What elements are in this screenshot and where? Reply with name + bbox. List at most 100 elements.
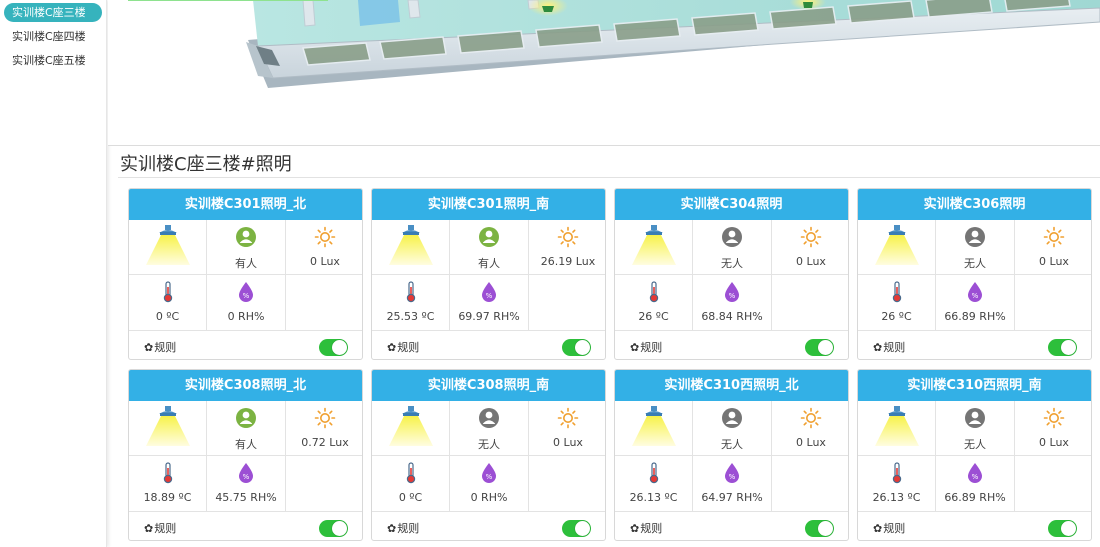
- card-footer: ✿规则: [858, 331, 1091, 359]
- humidity-value: 66.89 RH%: [944, 491, 1006, 504]
- rule-label: 规则: [883, 522, 906, 535]
- rule-link[interactable]: ✿规则: [873, 339, 905, 355]
- sidebar-item-floor5[interactable]: 实训楼C座五楼: [4, 51, 102, 70]
- humidity-cell: % 45.75 RH%: [207, 456, 286, 511]
- illuminance-cell: 0 Lux: [529, 401, 605, 456]
- lamp-cell: [615, 220, 693, 275]
- card-sensor-grid: 无人 0 Lux: [372, 401, 605, 512]
- card-sensor-grid: 无人 0 Lux: [615, 220, 848, 331]
- temperature-cell: 25.53 ºC: [372, 275, 450, 330]
- light-switch-toggle[interactable]: [1048, 520, 1077, 537]
- illuminance-cell: 0.72 Lux: [286, 401, 362, 456]
- occupancy-cell: 无人: [693, 401, 772, 456]
- temperature-value: 26 ºC: [881, 310, 912, 323]
- ceiling-lamp-icon: [388, 225, 433, 265]
- card-title: 实训楼C301照明_南: [372, 189, 605, 220]
- lighting-card: 实训楼C310西照明_北 无人 0 Lux 26.13 ºC % 64.97 R…: [614, 369, 849, 541]
- ceiling-lamp-icon: [145, 406, 190, 446]
- humidity-drop-icon: %: [239, 282, 253, 302]
- temperature-value: 26 ºC: [638, 310, 669, 323]
- occupancy-cell: 无人: [936, 220, 1015, 275]
- occupancy-cell: 有人: [207, 401, 286, 456]
- temperature-cell: 0 ºC: [372, 456, 450, 511]
- illuminance-value: 0 Lux: [310, 255, 340, 268]
- illuminance-value: 0 Lux: [796, 255, 826, 268]
- toggle-knob: [1061, 521, 1076, 536]
- rule-link[interactable]: ✿规则: [630, 520, 662, 536]
- sidebar-item-floor4[interactable]: 实训楼C座四楼: [4, 27, 102, 46]
- toggle-knob: [575, 521, 590, 536]
- person-icon: [479, 408, 499, 428]
- occupancy-cell: 有人: [207, 220, 286, 275]
- illuminance-value: 26.19 Lux: [540, 255, 596, 268]
- section-rule: [118, 177, 1100, 178]
- light-switch-toggle[interactable]: [1048, 339, 1077, 356]
- occupancy-value: 无人: [964, 438, 986, 451]
- humidity-cell: % 0 RH%: [450, 456, 529, 511]
- light-switch-toggle[interactable]: [562, 520, 591, 537]
- rule-label: 规则: [883, 341, 906, 354]
- card-title: 实训楼C306照明: [858, 189, 1091, 220]
- card-footer: ✿规则: [858, 512, 1091, 540]
- toggle-knob: [1061, 340, 1076, 355]
- lighting-card: 实训楼C306照明 无人 0 Lux 26 ºC % 66.89 RH% ✿规则: [857, 188, 1092, 360]
- rule-label: 规则: [397, 341, 420, 354]
- temperature-value: 26.13 ºC: [629, 491, 678, 504]
- svg-text:%: %: [972, 473, 979, 481]
- gear-icon: ✿: [873, 522, 883, 535]
- person-icon: [722, 408, 742, 428]
- person-icon: [479, 227, 499, 247]
- card-footer: ✿规则: [129, 512, 362, 540]
- rule-link[interactable]: ✿规则: [144, 339, 176, 355]
- lamp-cell: [858, 401, 936, 456]
- rule-label: 规则: [640, 341, 663, 354]
- temperature-value: 0 ºC: [398, 491, 423, 504]
- svg-text:%: %: [243, 473, 250, 481]
- thermometer-icon: [649, 462, 658, 484]
- temperature-cell: 26.13 ºC: [858, 456, 936, 511]
- sidebar-item-floor3[interactable]: 实训楼C座三楼: [4, 3, 102, 22]
- person-icon: [236, 227, 256, 247]
- lighting-card: 实训楼C304照明 无人 0 Lux 26 ºC % 68.84 RH% ✿规则: [614, 188, 849, 360]
- occupancy-cell: 无人: [450, 401, 529, 456]
- card-title: 实训楼C301照明_北: [129, 189, 362, 220]
- temperature-cell: 26.13 ºC: [615, 456, 693, 511]
- empty-cell: [529, 275, 605, 330]
- light-switch-toggle[interactable]: [319, 339, 348, 356]
- empty-cell: [286, 456, 362, 511]
- thermometer-icon: [163, 462, 172, 484]
- occupancy-cell: 无人: [693, 220, 772, 275]
- light-switch-toggle[interactable]: [319, 520, 348, 537]
- rule-link[interactable]: ✿规则: [387, 339, 419, 355]
- card-footer: ✿规则: [372, 331, 605, 359]
- sidebar: 实训楼C座三楼 实训楼C座四楼 实训楼C座五楼: [0, 0, 107, 547]
- rule-link[interactable]: ✿规则: [873, 520, 905, 536]
- rule-link[interactable]: ✿规则: [630, 339, 662, 355]
- temperature-value: 18.89 ºC: [143, 491, 192, 504]
- divider: [108, 145, 1100, 146]
- occupancy-value: 有人: [478, 257, 500, 270]
- humidity-cell: % 0 RH%: [207, 275, 286, 330]
- card-title: 实训楼C308照明_北: [129, 370, 362, 401]
- occupancy-cell: 无人: [936, 401, 1015, 456]
- card-sensor-grid: 有人 26.19 Lux 25.53 ºC % 69.97 RH%: [372, 220, 605, 331]
- rule-link[interactable]: ✿规则: [144, 520, 176, 536]
- temperature-value: 25.53 ºC: [386, 310, 435, 323]
- lighting-card: 实训楼C308照明_南 无人 0 Lux 0 ºC % 0 RH% ✿规则: [371, 369, 606, 541]
- empty-cell: [772, 456, 848, 511]
- humidity-drop-icon: %: [968, 463, 982, 483]
- svg-text:%: %: [486, 292, 493, 300]
- thermometer-icon: [892, 281, 901, 303]
- building-svg: [128, 0, 1100, 88]
- empty-cell: [529, 456, 605, 511]
- light-switch-toggle[interactable]: [562, 339, 591, 356]
- empty-cell: [286, 275, 362, 330]
- section-title: 实训楼C座三楼#照明: [120, 154, 292, 175]
- rule-link[interactable]: ✿规则: [387, 520, 419, 536]
- thermometer-icon: [406, 462, 415, 484]
- light-switch-toggle[interactable]: [805, 339, 834, 356]
- light-switch-toggle[interactable]: [805, 520, 834, 537]
- sun-icon: [314, 407, 336, 429]
- sun-icon: [557, 407, 579, 429]
- humidity-cell: % 64.97 RH%: [693, 456, 772, 511]
